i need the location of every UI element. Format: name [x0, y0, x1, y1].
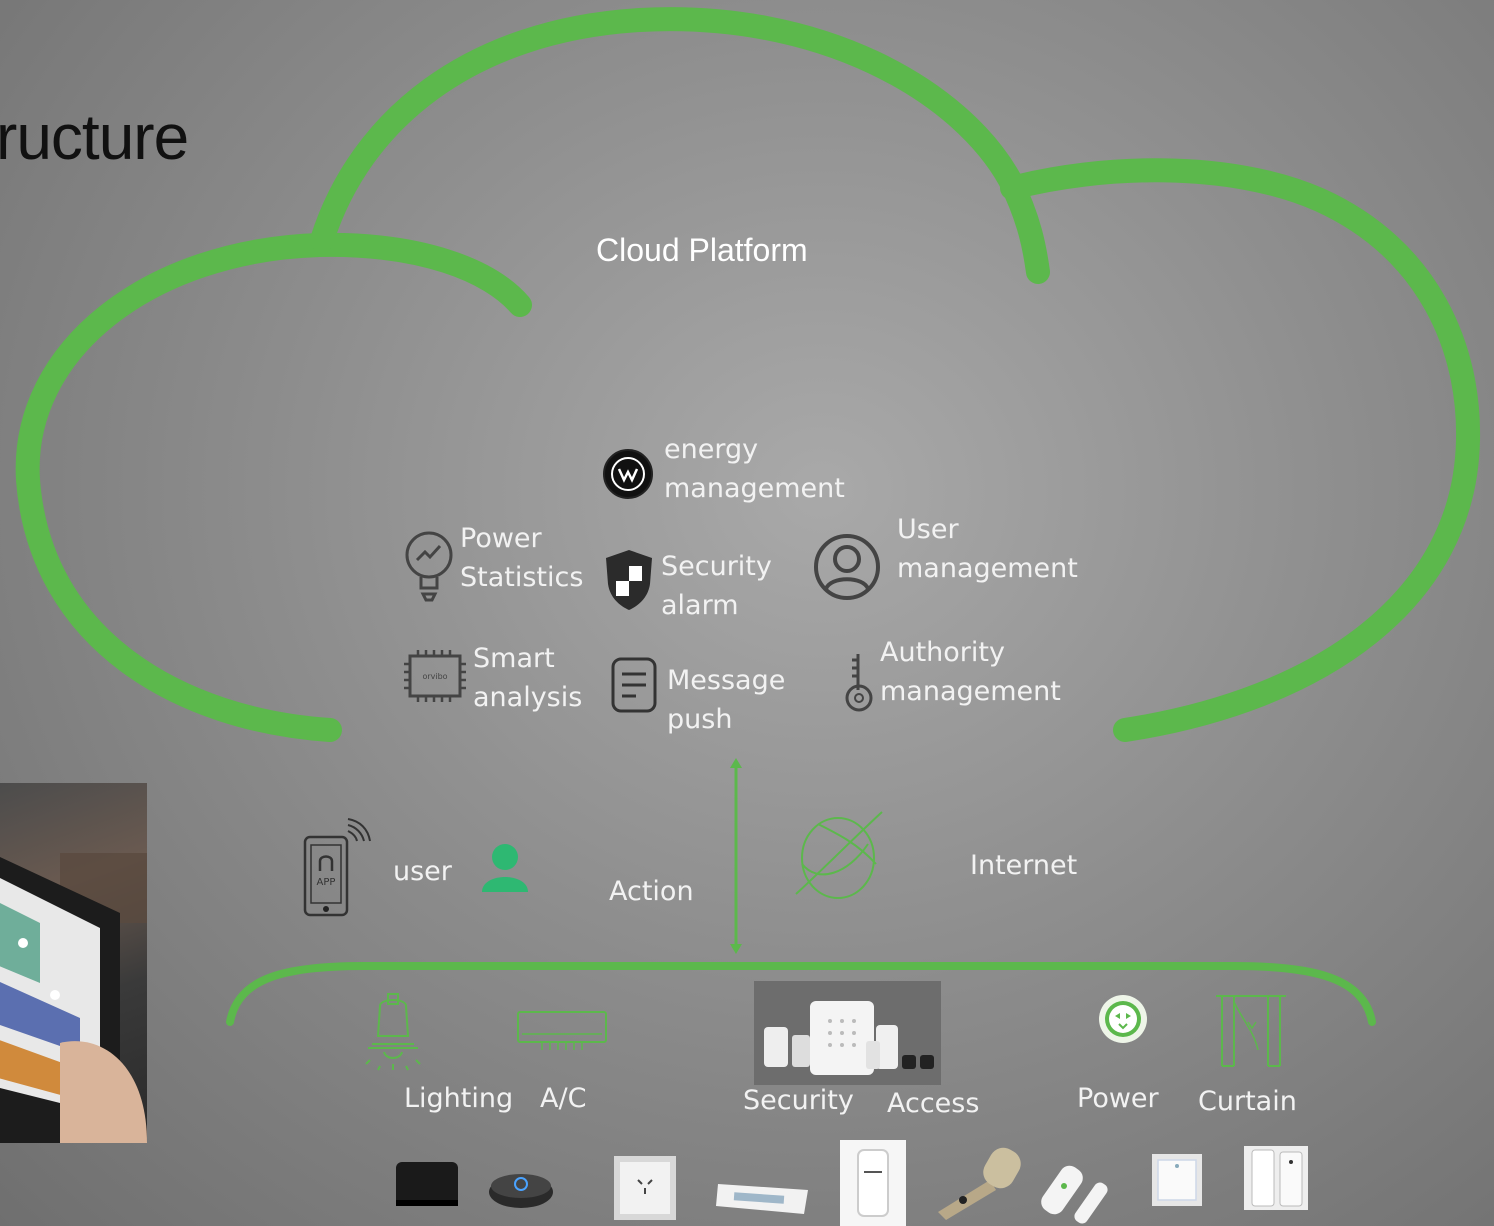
category-security: Security [743, 1085, 854, 1116]
document-icon [610, 656, 658, 714]
feature-security-line2: alarm [661, 590, 739, 621]
feature-energy-line1: energy [664, 434, 759, 465]
feature-authority-line2: management [880, 676, 1061, 707]
lighting-icon [362, 992, 424, 1072]
internet-label: Internet [970, 850, 1078, 881]
ir-remote-device [489, 1174, 553, 1208]
power-stats-icon [402, 530, 456, 602]
motion-sensor-device [840, 1140, 906, 1226]
shield-icon [604, 548, 654, 612]
user-icon [480, 842, 530, 894]
feature-label-energy: energy management [664, 430, 845, 508]
user-circle-icon [812, 532, 882, 602]
globe-icon [788, 804, 888, 908]
security-kit-photo [754, 981, 941, 1085]
feature-power-line2: Statistics [460, 562, 584, 593]
feature-label-power: Power Statistics [460, 519, 583, 597]
wall-socket-device [614, 1156, 676, 1220]
action-label: Action [609, 876, 694, 907]
category-curtain: Curtain [1198, 1086, 1297, 1117]
curtain-icon [1214, 992, 1288, 1068]
category-ac: A/C [540, 1083, 587, 1114]
feature-user-line2: management [897, 553, 1078, 584]
action-arrow [730, 758, 742, 954]
feature-energy-line2: management [664, 473, 845, 504]
cloud-platform-title: Cloud Platform [596, 232, 808, 268]
feature-power-line1: Power [460, 523, 542, 554]
device-products-row [396, 1140, 1308, 1226]
ac-icon [516, 1010, 608, 1052]
chip-icon: orvibo [402, 648, 468, 704]
power-module-device [1244, 1146, 1308, 1210]
lock-cylinder-device [938, 1147, 1021, 1220]
energy-icon [602, 448, 654, 500]
feature-message-line2: push [667, 704, 733, 735]
feature-authority-line1: Authority [880, 637, 1005, 668]
feature-smart-line1: Smart [473, 643, 555, 674]
power-socket-icon [1098, 994, 1148, 1044]
feature-user-line1: User [897, 514, 959, 545]
curtain-motor-device [716, 1184, 808, 1214]
feature-security-line1: Security [661, 551, 772, 582]
phone-photo [0, 783, 147, 1143]
category-power: Power [1077, 1083, 1159, 1114]
feature-label-message: Message push [667, 661, 785, 739]
gateway-hub-device [396, 1162, 458, 1206]
category-access: Access [887, 1088, 980, 1119]
user-label: user [393, 856, 452, 887]
feature-label-user: User management [897, 510, 1078, 588]
category-lighting: Lighting [404, 1083, 514, 1114]
feature-label-authority: Authority management [880, 633, 1061, 711]
chip-brand-text: orvibo [422, 672, 447, 681]
key-icon [842, 652, 878, 714]
feature-message-line1: Message [667, 665, 786, 696]
app-label: APP [317, 877, 336, 888]
feature-label-security: Security alarm [661, 547, 772, 625]
feature-label-smart: Smart analysis [473, 639, 582, 717]
wall-switch-device [1152, 1154, 1202, 1206]
app-phone-icon: APP [302, 815, 374, 919]
door-sensor-device [1041, 1165, 1108, 1224]
feature-smart-line2: analysis [473, 682, 583, 713]
